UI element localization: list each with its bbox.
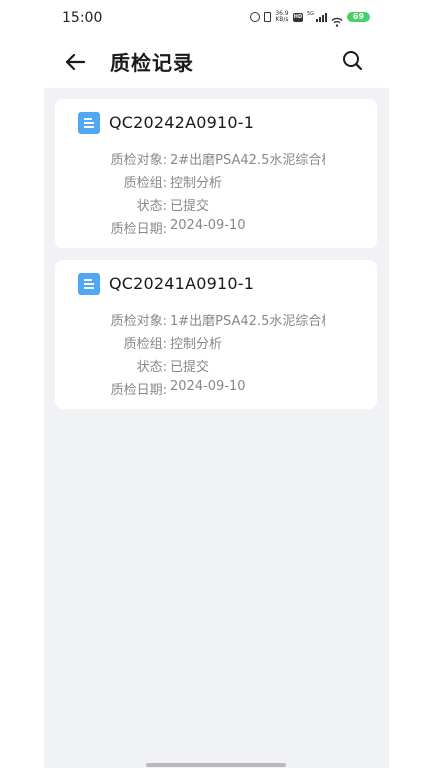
search-button[interactable] — [340, 48, 366, 74]
home-indicator[interactable] — [146, 763, 286, 767]
net-speed-unit: KB/s — [275, 16, 289, 23]
field-value: 已提交 — [170, 360, 210, 375]
field-label: 质检组: — [123, 337, 167, 352]
record-code: QC20242A0910-1 — [109, 113, 255, 132]
document-icon — [78, 112, 100, 134]
arrow-left-icon — [65, 53, 86, 71]
field-label: 质检对象: — [110, 153, 167, 168]
record-code: QC20241A0910-1 — [109, 274, 255, 293]
field-status: 状态: 已提交 — [55, 195, 377, 214]
field-value: 1#出磨PSA42.5水泥综合样 — [170, 314, 325, 329]
app-header: 质检记录 — [0, 36, 432, 88]
status-icons: 36.9 KB/s HD 5G 69 — [249, 11, 370, 27]
field-label: 状态: — [136, 360, 167, 375]
field-label: 质检日期: — [110, 383, 167, 398]
field-inspection-date: 质检日期: 2024-09-10 — [55, 379, 377, 398]
page-title: 质检记录 — [110, 51, 194, 75]
field-value: 2024-09-10 — [170, 218, 246, 233]
status-bar: 15:00 36.9 KB/s HD 5G 69 — [0, 0, 432, 36]
field-value: 2#出磨PSA42.5水泥综合样 — [170, 153, 325, 168]
field-label: 质检对象: — [110, 314, 167, 329]
field-inspection-object: 质检对象: 2#出磨PSA42.5水泥综合样 — [55, 149, 377, 168]
net-speed: 36.9 KB/s — [275, 11, 289, 23]
field-value: 控制分析 — [170, 337, 223, 352]
back-button[interactable] — [62, 48, 90, 76]
field-inspection-group: 质检组: 控制分析 — [55, 172, 377, 191]
record-card[interactable]: QC20242A0910-1 质检对象: 2#出磨PSA42.5水泥综合样 质检… — [55, 99, 377, 248]
field-label: 状态: — [136, 199, 167, 214]
field-value: 2024-09-10 — [170, 379, 246, 394]
signal-icon — [316, 12, 327, 22]
wifi-icon — [331, 12, 343, 27]
field-inspection-group: 质检组: 控制分析 — [55, 333, 377, 352]
record-list: QC20242A0910-1 质检对象: 2#出磨PSA42.5水泥综合样 质检… — [44, 88, 389, 768]
search-icon — [343, 51, 363, 71]
field-value: 控制分析 — [170, 176, 223, 191]
network-type: 5G — [306, 11, 314, 17]
status-time: 15:00 — [62, 10, 103, 26]
field-status: 状态: 已提交 — [55, 356, 377, 375]
field-inspection-date: 质检日期: 2024-09-10 — [55, 218, 377, 237]
battery-icon: 69 — [347, 12, 370, 22]
field-inspection-object: 质检对象: 1#出磨PSA42.5水泥综合样 — [55, 310, 377, 329]
field-label: 质检组: — [123, 176, 167, 191]
field-value: 已提交 — [170, 199, 210, 214]
field-label: 质检日期: — [110, 222, 167, 237]
record-card[interactable]: QC20241A0910-1 质检对象: 1#出磨PSA42.5水泥综合样 质检… — [55, 260, 377, 409]
hd-icon: HD — [292, 12, 303, 22]
phone-icon — [263, 12, 271, 22]
document-icon — [78, 273, 100, 295]
alarm-icon — [249, 12, 260, 22]
